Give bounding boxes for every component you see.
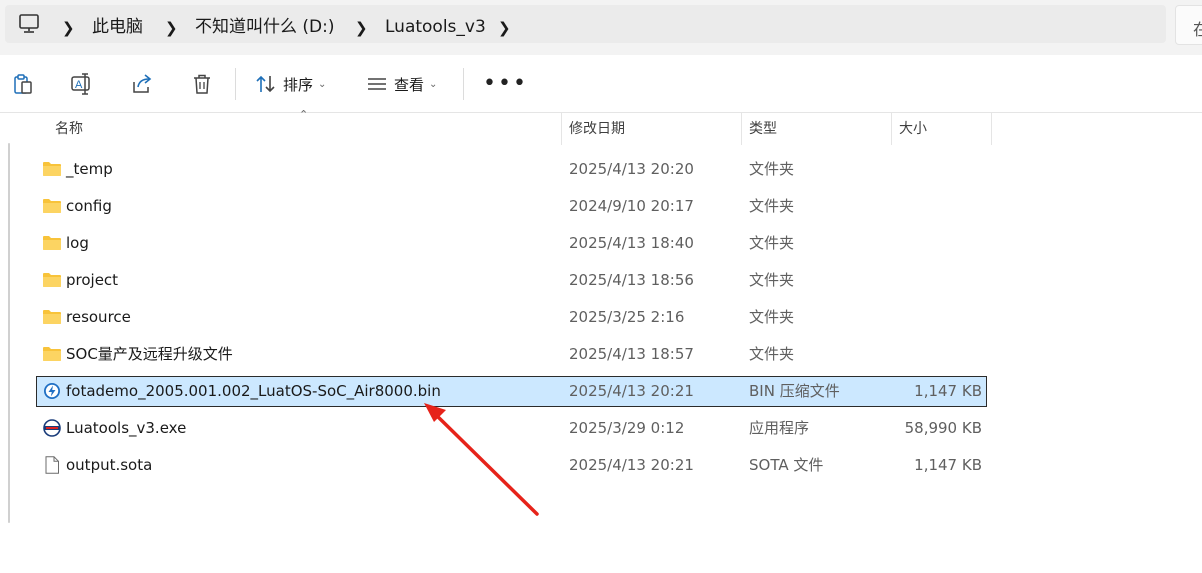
file-name: Luatools_v3.exe [66, 419, 187, 437]
chevron-down-icon: ⌄ [318, 78, 327, 90]
paste-button[interactable] [12, 64, 34, 104]
nav-scrollbar[interactable] [8, 143, 10, 523]
breadcrumb-luatools[interactable]: Luatools_v3 [385, 16, 486, 38]
sort-label: 排序 [283, 75, 314, 94]
chevron-right-icon[interactable]: ❯ [165, 17, 178, 39]
svg-text:A: A [75, 79, 83, 91]
file-modified: 2025/4/13 18:57 [569, 345, 694, 363]
file-name: SOC量产及远程升级文件 [66, 345, 233, 363]
file-modified: 2025/4/13 20:21 [569, 382, 694, 400]
file-row-luatools-exe[interactable]: Luatools_v3.exe 2025/3/29 0:12 应用程序 58,9… [36, 413, 987, 444]
chevron-down-icon: ⌄ [429, 78, 438, 90]
chevron-right-icon[interactable]: ❯ [355, 17, 368, 39]
file-modified: 2025/4/13 18:56 [569, 271, 694, 289]
breadcrumb-drive-d[interactable]: 不知道叫什么 (D:) [195, 16, 335, 38]
address-bar-row: ❯ 此电脑 ❯ 不知道叫什么 (D:) ❯ Luatools_v3 ❯ 在 [0, 0, 1202, 55]
search-input[interactable]: 在 [1175, 5, 1202, 45]
toolbar-divider [235, 68, 236, 100]
file-row-soc-folder[interactable]: SOC量产及远程升级文件 2025/4/13 18:57 文件夹 [36, 339, 987, 370]
folder-icon [43, 273, 61, 287]
this-pc-icon[interactable] [18, 14, 40, 34]
more-options-button[interactable]: ••• [483, 73, 528, 95]
file-row-project[interactable]: project 2025/4/13 18:56 文件夹 [36, 265, 987, 296]
exe-app-icon [43, 419, 61, 437]
sort-icon [256, 75, 275, 93]
file-modified: 2025/4/13 20:21 [569, 456, 694, 474]
file-type: 文件夹 [749, 197, 795, 215]
file-name: log [66, 234, 89, 252]
rename-button[interactable]: A [70, 64, 94, 104]
file-modified: 2024/9/10 20:17 [569, 197, 694, 215]
folder-icon [43, 236, 61, 250]
delete-button[interactable] [191, 64, 213, 104]
file-name: resource [66, 308, 131, 326]
view-list-icon [368, 78, 386, 90]
file-name: fotademo_2005.001.002_LuatOS-SoC_Air8000… [66, 382, 441, 400]
file-type: 文件夹 [749, 160, 795, 178]
navigation-pane-edge [0, 113, 18, 573]
file-row-log[interactable]: log 2025/4/13 18:40 文件夹 [36, 228, 987, 259]
generic-file-icon [45, 456, 59, 474]
file-type: 文件夹 [749, 345, 795, 363]
share-icon [133, 74, 152, 93]
file-type: SOTA 文件 [749, 456, 824, 474]
column-divider[interactable] [991, 113, 992, 145]
file-type: 应用程序 [749, 419, 810, 437]
column-header-modified[interactable]: 修改日期 [569, 113, 734, 145]
folder-icon [43, 310, 61, 324]
folder-icon [43, 199, 61, 213]
sort-button[interactable]: 排序 ⌄ [255, 64, 326, 104]
file-type: 文件夹 [749, 271, 795, 289]
address-bar[interactable]: ❯ 此电脑 ❯ 不知道叫什么 (D:) ❯ Luatools_v3 ❯ [5, 5, 1166, 43]
column-header-name[interactable]: 名称 [55, 113, 555, 145]
column-divider[interactable] [561, 113, 562, 145]
toolbar-divider [463, 68, 464, 100]
folder-icon [43, 162, 61, 176]
file-row-config[interactable]: config 2024/9/10 20:17 文件夹 [36, 191, 987, 222]
file-name: project [66, 271, 119, 289]
folder-icon [43, 347, 61, 361]
file-row-temp[interactable]: _temp 2025/4/13 20:20 文件夹 [36, 154, 987, 185]
search-placeholder: 在 [1193, 20, 1202, 39]
file-type: 文件夹 [749, 308, 795, 326]
file-size: 58,990 KB [904, 419, 982, 437]
column-header-type[interactable]: 类型 [749, 113, 884, 145]
breadcrumb-this-pc[interactable]: 此电脑 [92, 16, 143, 38]
file-modified: 2025/4/13 18:40 [569, 234, 694, 252]
chevron-right-icon[interactable]: ❯ [62, 17, 75, 39]
paste-icon [14, 74, 32, 94]
file-size: 1,147 KB [914, 382, 982, 400]
file-row-output-sota[interactable]: output.sota 2025/4/13 20:21 SOTA 文件 1,14… [36, 450, 987, 481]
file-row-fotademo-bin[interactable]: fotademo_2005.001.002_LuatOS-SoC_Air8000… [36, 376, 987, 407]
column-divider[interactable] [891, 113, 892, 145]
share-button[interactable] [131, 64, 153, 104]
file-name: config [66, 197, 112, 215]
file-row-resource[interactable]: resource 2025/3/25 2:16 文件夹 [36, 302, 987, 333]
file-name: output.sota [66, 456, 153, 474]
file-size: 1,147 KB [914, 456, 982, 474]
file-modified: 2025/3/29 0:12 [569, 419, 685, 437]
bin-file-icon [44, 383, 60, 399]
view-button[interactable]: 查看 ⌄ [366, 64, 437, 104]
chevron-right-icon[interactable]: ❯ [498, 17, 511, 39]
file-type: BIN 压缩文件 [749, 382, 840, 400]
command-bar: A 排序 ⌄ 查看 ⌄ [0, 56, 1202, 113]
file-type: 文件夹 [749, 234, 795, 252]
view-label: 查看 [394, 75, 425, 94]
trash-icon [194, 74, 210, 94]
file-modified: 2025/3/25 2:16 [569, 308, 685, 326]
file-name: _temp [66, 160, 113, 178]
rename-icon: A [71, 73, 90, 95]
column-divider[interactable] [741, 113, 742, 145]
file-modified: 2025/4/13 20:20 [569, 160, 694, 178]
column-header-size[interactable]: 大小 [899, 113, 984, 145]
